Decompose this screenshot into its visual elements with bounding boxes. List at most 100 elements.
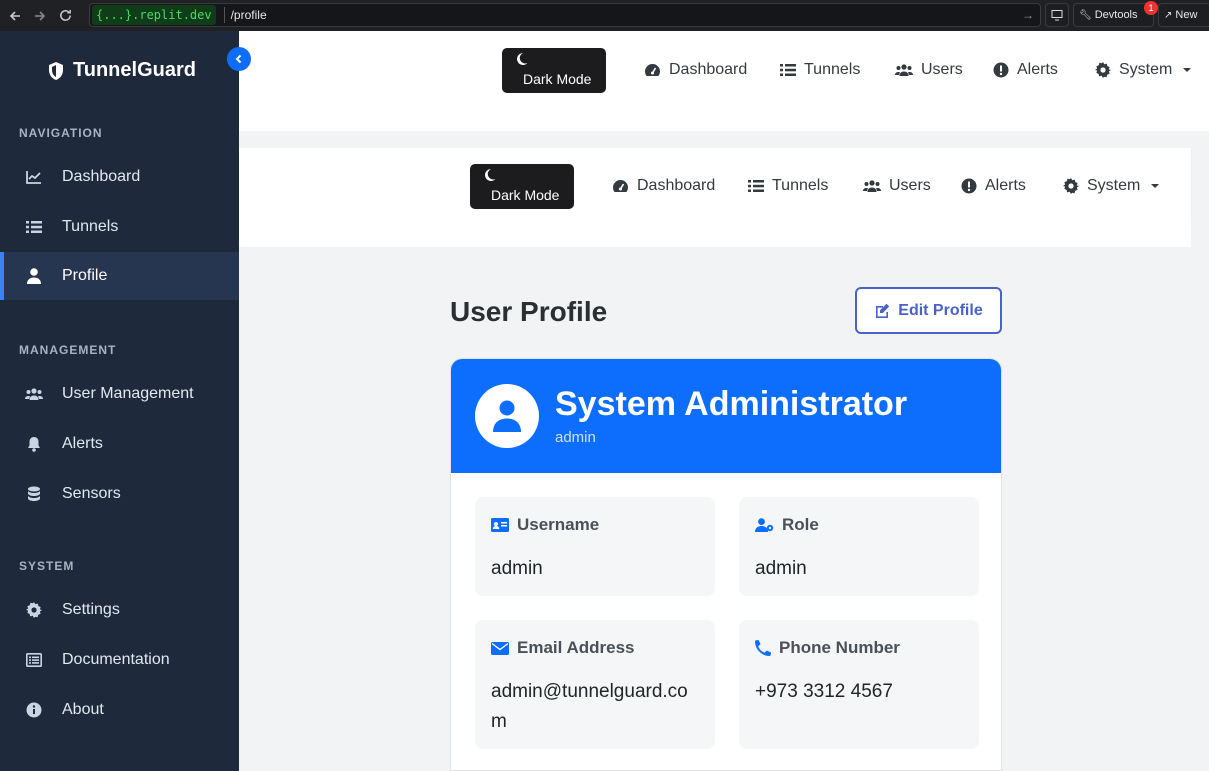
profile-card-header: System Administrator admin	[451, 359, 1001, 473]
edit-icon	[876, 303, 890, 318]
list-icon	[24, 220, 44, 234]
page-title: User Profile	[450, 296, 608, 327]
profile-username-sub: admin	[555, 429, 596, 446]
nav-users[interactable]: Users	[863, 177, 931, 195]
url-domain: {...}.replit.dev	[92, 5, 216, 25]
nav-alerts-label: Alerts	[1017, 61, 1058, 78]
back-icon[interactable]	[5, 6, 25, 26]
list-icon	[780, 64, 796, 76]
nav-tunnels[interactable]: Tunnels	[780, 61, 860, 79]
nav-tunnels-label: Tunnels	[772, 177, 829, 194]
info-icon	[24, 702, 44, 718]
sidebar-item-settings[interactable]: Settings	[0, 586, 239, 634]
exclamation-circle-icon	[961, 178, 977, 194]
nav-users-label: Users	[889, 177, 931, 194]
sidebar-item-about[interactable]: About	[0, 686, 239, 734]
go-arrow-icon[interactable]: →	[1022, 8, 1034, 22]
address-bar[interactable]: {...}.replit.dev /profile →	[89, 3, 1041, 27]
profile-full-name: System Administrator	[555, 385, 908, 423]
sidebar-collapse-button[interactable]	[227, 47, 251, 71]
nav-dashboard[interactable]: Dashboard	[644, 61, 747, 79]
reload-icon[interactable]	[55, 6, 75, 26]
sidebar-item-label: Settings	[62, 601, 120, 618]
sidebar-item-label: Profile	[62, 267, 108, 284]
sidebar-item-user-management[interactable]: User Management	[0, 370, 239, 418]
dark-mode-button[interactable]: Dark Mode	[502, 48, 606, 93]
field-label-text: Email Address	[517, 638, 635, 657]
field-label: Username	[491, 515, 599, 535]
brand-name: TunnelGuard	[73, 59, 196, 81]
sidebar-item-label: Dashboard	[62, 168, 141, 185]
users-icon	[24, 388, 44, 400]
gear-icon	[24, 602, 44, 618]
edit-profile-label: Edit Profile	[898, 301, 983, 319]
phone-icon	[755, 640, 771, 656]
nav-alerts[interactable]: Alerts	[993, 61, 1058, 79]
url-separator	[223, 7, 225, 23]
user-icon	[24, 268, 44, 284]
bell-icon	[24, 436, 44, 452]
field-label: Email Address	[491, 638, 634, 658]
field-label: Role	[755, 515, 819, 535]
avatar	[475, 384, 539, 448]
sidebar-item-tunnels[interactable]: Tunnels	[0, 203, 239, 251]
sidebar-item-documentation[interactable]: Documentation	[0, 636, 239, 684]
field-value: +973 3312 4567	[755, 681, 893, 702]
sidebar-item-profile[interactable]: Profile	[0, 252, 239, 300]
devtools-button[interactable]: 🔧︎ Devtools 1	[1073, 1, 1158, 27]
nav-system-label: System	[1087, 177, 1141, 194]
browser-toolbar: {...}.replit.dev /profile → 🔧︎ Devtools …	[0, 0, 1209, 31]
nav-system-dropdown[interactable]: System	[1095, 61, 1192, 79]
field-label-text: Username	[517, 515, 600, 534]
url-path: /profile	[230, 8, 267, 22]
chart-line-icon	[24, 170, 44, 184]
gear-icon	[1095, 62, 1111, 78]
new-label: New	[1175, 9, 1198, 21]
section-system: SYSTEM	[19, 559, 75, 573]
sidebar-item-dashboard[interactable]: Dashboard	[0, 153, 239, 201]
nav-users[interactable]: Users	[895, 61, 963, 79]
forward-icon[interactable]	[30, 6, 50, 26]
field-role: Role admin	[739, 497, 979, 596]
caret-down-icon	[1151, 184, 1160, 188]
document-icon	[24, 653, 44, 667]
navbar-spacer	[239, 218, 1191, 247]
brand[interactable]: TunnelGuard	[47, 59, 196, 82]
nav-users-label: Users	[921, 61, 963, 78]
database-icon	[24, 486, 44, 502]
dark-mode-button[interactable]: Dark Mode	[470, 164, 574, 209]
gear-icon	[1063, 178, 1079, 194]
user-icon	[493, 400, 521, 432]
nav-tunnels[interactable]: Tunnels	[748, 177, 828, 195]
field-value: admin@tunnelguard.com	[491, 681, 688, 732]
sidebar-item-alerts[interactable]: Alerts	[0, 420, 239, 468]
user-gear-icon	[755, 518, 774, 532]
nav-tunnels-label: Tunnels	[804, 61, 861, 78]
external-link-icon: ↗	[1164, 9, 1173, 21]
edit-profile-button[interactable]: Edit Profile	[855, 287, 1002, 334]
section-navigation: NAVIGATION	[19, 126, 103, 140]
list-icon	[748, 180, 764, 192]
sidebar-item-label: User Management	[62, 385, 194, 402]
nav-system-label: System	[1119, 61, 1173, 78]
section-management: MANAGEMENT	[19, 343, 117, 357]
profile-card: System Administrator admin Username admi…	[450, 358, 1002, 771]
sidebar-item-label: About	[62, 701, 104, 718]
field-label-text: Role	[782, 515, 819, 534]
device-preview-button[interactable]	[1045, 3, 1069, 27]
wrench-icon: 🔧︎	[1079, 9, 1092, 21]
nav-system-dropdown[interactable]: System	[1063, 177, 1160, 195]
envelope-icon	[491, 641, 509, 655]
navbar-spacer	[239, 102, 1209, 131]
nav-alerts[interactable]: Alerts	[961, 177, 1026, 195]
sidebar-item-label: Sensors	[62, 485, 121, 502]
sidebar-item-sensors[interactable]: Sensors	[0, 470, 239, 518]
field-email: Email Address admin@tunnelguard.com	[475, 620, 715, 749]
id-card-icon	[491, 518, 509, 532]
exclamation-circle-icon	[993, 62, 1009, 78]
new-tab-button[interactable]: ↗ New	[1158, 3, 1209, 27]
monitor-icon	[1051, 10, 1063, 21]
field-value: admin	[755, 558, 807, 579]
field-label-text: Phone Number	[779, 638, 900, 657]
nav-dashboard[interactable]: Dashboard	[612, 177, 715, 195]
